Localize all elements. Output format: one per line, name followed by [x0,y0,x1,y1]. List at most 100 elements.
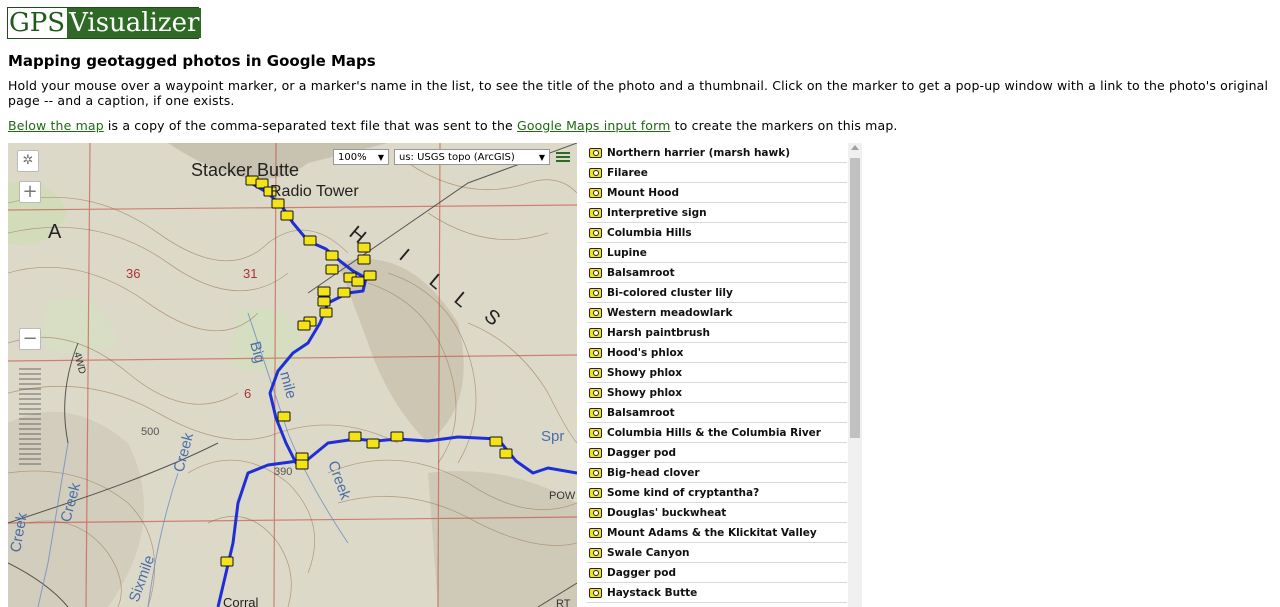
map-label-section-6: 6 [244,386,251,401]
dropdown-arrow-icon: ▼ [538,153,545,162]
camera-icon [589,227,602,238]
map-label-corral: Corral [223,595,259,607]
waypoint-name: Balsamroot [607,406,675,419]
map-pan-control[interactable]: ✲ [17,150,39,172]
info-text-2: to create the markers on this map. [670,118,898,133]
camera-icon [589,347,602,358]
waypoint-list-item[interactable]: Balsamroot [587,403,847,423]
opacity-zoom-value: 100% [338,152,367,163]
camera-icon [589,447,602,458]
camera-icon [589,187,602,198]
waypoint-name: Haystack Butte [607,586,698,599]
compass-icon: ✲ [22,153,34,168]
waypoint-name: Mount Hood [607,186,680,199]
waypoint-list-item[interactable]: Showy phlox [587,363,847,383]
waypoint-list-item[interactable]: Bi-colored cluster lily [587,283,847,303]
camera-icon [589,467,602,478]
camera-icon [589,247,602,258]
camera-icon [589,147,602,158]
map-layer-select[interactable]: us: USGS topo (ArcGIS) ▼ [394,149,550,165]
waypoint-list-item[interactable]: Hood's phlox [587,343,847,363]
gpsvisualizer-logo[interactable]: GPS Visualizer [7,7,202,39]
zoom-slider[interactable] [19,368,41,468]
waypoint-list: Northern harrier (marsh hawk) Filaree Moun… [587,143,847,607]
waypoint-list-item[interactable]: Dagger pod [587,563,847,583]
waypoint-list-item[interactable]: Showy phlox [587,383,847,403]
map-label-spr: Spr [541,428,564,445]
waypoint-list-item[interactable]: Columbia Hills & the Columbia River [587,423,847,443]
opacity-zoom-select[interactable]: 100% ▼ [333,149,389,165]
camera-icon [589,167,602,178]
waypoint-name: Filaree [607,166,648,179]
waypoint-list-item[interactable]: Columbia Hills [587,223,847,243]
camera-icon [589,427,602,438]
info-paragraph: Below the map is a copy of the comma-sep… [8,118,898,133]
waypoint-name: Columbia Hills [607,226,692,239]
waypoint-list-item[interactable]: Balsamroot [587,263,847,283]
zoom-in-button[interactable]: + [19,181,41,203]
waypoint-name: Harsh paintbrush [607,326,711,339]
waypoint-list-item[interactable]: Mount Hood [587,183,847,203]
waypoint-list-item[interactable]: Big-head clover [587,463,847,483]
camera-icon [589,527,602,538]
below-the-map-link[interactable]: Below the map [8,118,104,133]
map-view[interactable]: Stacker Butte Radio Tower H I L L S A 36… [8,143,577,607]
intro-paragraph: Hold your mouse over a waypoint marker, … [8,78,1269,108]
waypoint-list-scrollbar[interactable] [848,143,862,607]
waypoint-list-item[interactable]: Swale Canyon [587,543,847,563]
camera-icon [589,207,602,218]
map-label-a: A [48,221,62,243]
waypoint-name: Western meadowlark [607,306,733,319]
waypoint-name: Hood's phlox [607,346,684,359]
waypoint-list-item[interactable]: Northern harrier (marsh hawk) [587,143,847,163]
waypoint-list-item[interactable]: Haystack Butte [587,583,847,603]
waypoint-name: Dagger pod [607,566,677,579]
waypoint-name: Showy phlox [607,366,683,379]
google-maps-input-form-link[interactable]: Google Maps input form [517,118,671,133]
map-label-390: 390 [274,466,292,478]
waypoint-list-item[interactable]: Harsh paintbrush [587,323,847,343]
camera-icon [589,407,602,418]
waypoint-list-panel[interactable]: Northern harrier (marsh hawk) Filaree Moun… [587,143,862,607]
map-menu-icon[interactable] [555,149,571,165]
waypoint-name: Some kind of cryptantha? [607,486,760,499]
waypoint-list-item[interactable]: Mount Adams & the Klickitat Valley [587,523,847,543]
camera-icon [589,267,602,278]
waypoint-name: Swale Canyon [607,546,690,559]
scrollbar-thumb[interactable] [850,158,860,438]
scroll-up-arrow-icon[interactable] [851,145,859,150]
waypoint-name: Big-head clover [607,466,700,479]
map-layer-value: us: USGS topo (ArcGIS) [399,152,515,163]
waypoint-name: Lupine [607,246,647,259]
waypoint-list-item[interactable]: Western meadowlark [587,303,847,323]
camera-icon [589,547,602,558]
waypoint-list-item[interactable]: Filaree [587,163,847,183]
camera-icon [589,567,602,578]
map-label-pow: POW [549,490,576,502]
waypoint-name: Douglas' buckwheat [607,506,727,519]
camera-icon [589,507,602,518]
waypoint-name: Columbia Hills & the Columbia River [607,426,821,439]
dropdown-arrow-icon: ▼ [377,153,384,162]
waypoint-list-item[interactable]: Dagger pod [587,443,847,463]
waypoint-list-item[interactable]: Interpretive sign [587,203,847,223]
info-text-1: is a copy of the comma-separated text fi… [103,118,517,133]
camera-icon [589,287,602,298]
camera-icon [589,387,602,398]
logo-gps-text: GPS [8,8,68,38]
map-label-section-36: 36 [126,266,140,281]
waypoint-list-item[interactable]: Desert parsley [587,603,847,607]
waypoint-name: Showy phlox [607,386,683,399]
map-label-radio-tower: Radio Tower [270,183,359,200]
topo-map-canvas[interactable]: Stacker Butte Radio Tower H I L L S A 36… [8,143,577,607]
page-title: Mapping geotagged photos in Google Maps [8,52,376,70]
map-label-rt: RT [556,598,571,607]
waypoint-list-item[interactable]: Lupine [587,243,847,263]
logo-visualizer-text: Visualizer [67,8,202,38]
camera-icon [589,307,602,318]
camera-icon [589,587,602,598]
waypoint-list-item[interactable]: Douglas' buckwheat [587,503,847,523]
camera-icon [589,367,602,378]
zoom-out-button[interactable]: − [19,328,41,350]
waypoint-list-item[interactable]: Some kind of cryptantha? [587,483,847,503]
